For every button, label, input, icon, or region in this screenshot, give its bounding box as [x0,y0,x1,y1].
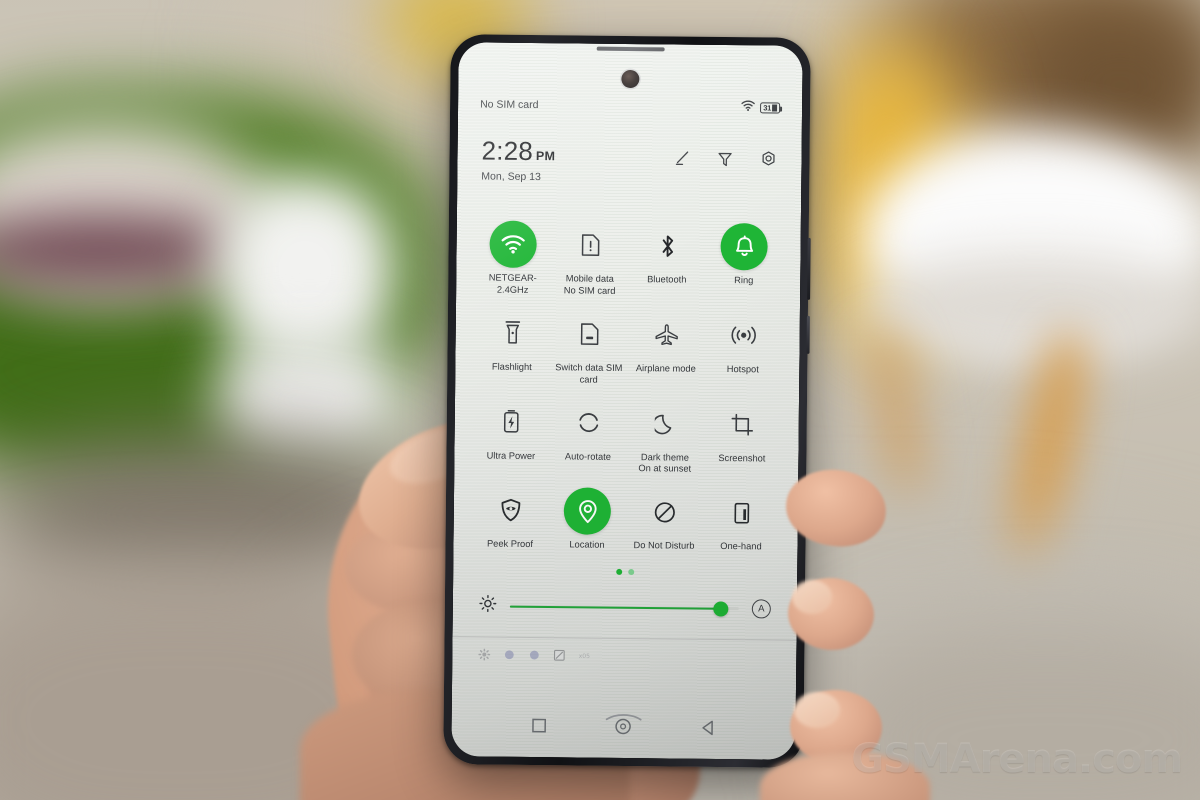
fingernail [792,580,832,614]
watermark: GSMArena.com [851,736,1183,782]
fingernail [794,692,840,728]
hand-fingertips [0,0,1200,800]
fingertip [782,464,890,552]
